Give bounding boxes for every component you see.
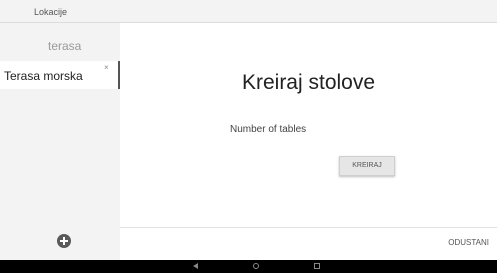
locations-label: Lokacije	[34, 7, 68, 17]
add-icon[interactable]	[57, 234, 71, 248]
recent-apps-icon[interactable]	[314, 263, 320, 269]
sidebar-item-terasa[interactable]: terasa	[48, 39, 81, 53]
create-tables-dialog: Kreiraj stolove Number of tables KREIRAJ…	[120, 23, 497, 260]
cancel-button[interactable]: ODUSTANI	[448, 238, 489, 247]
sidebar: terasa Terasa morska ×	[0, 23, 120, 260]
create-button[interactable]: KREIRAJ	[339, 156, 395, 176]
close-icon[interactable]: ×	[104, 63, 109, 72]
sidebar-item-label: Terasa morska	[4, 69, 83, 83]
home-icon[interactable]	[253, 263, 259, 269]
number-of-tables-label: Number of tables	[230, 124, 307, 135]
sidebar-item-terasa-morska[interactable]: Terasa morska ×	[0, 61, 120, 89]
page-title: Kreiraj stolove	[241, 71, 376, 94]
system-nav-bar	[0, 260, 497, 273]
divider	[120, 227, 497, 228]
top-bar: Lokacije	[0, 0, 497, 23]
back-icon[interactable]	[193, 263, 198, 269]
